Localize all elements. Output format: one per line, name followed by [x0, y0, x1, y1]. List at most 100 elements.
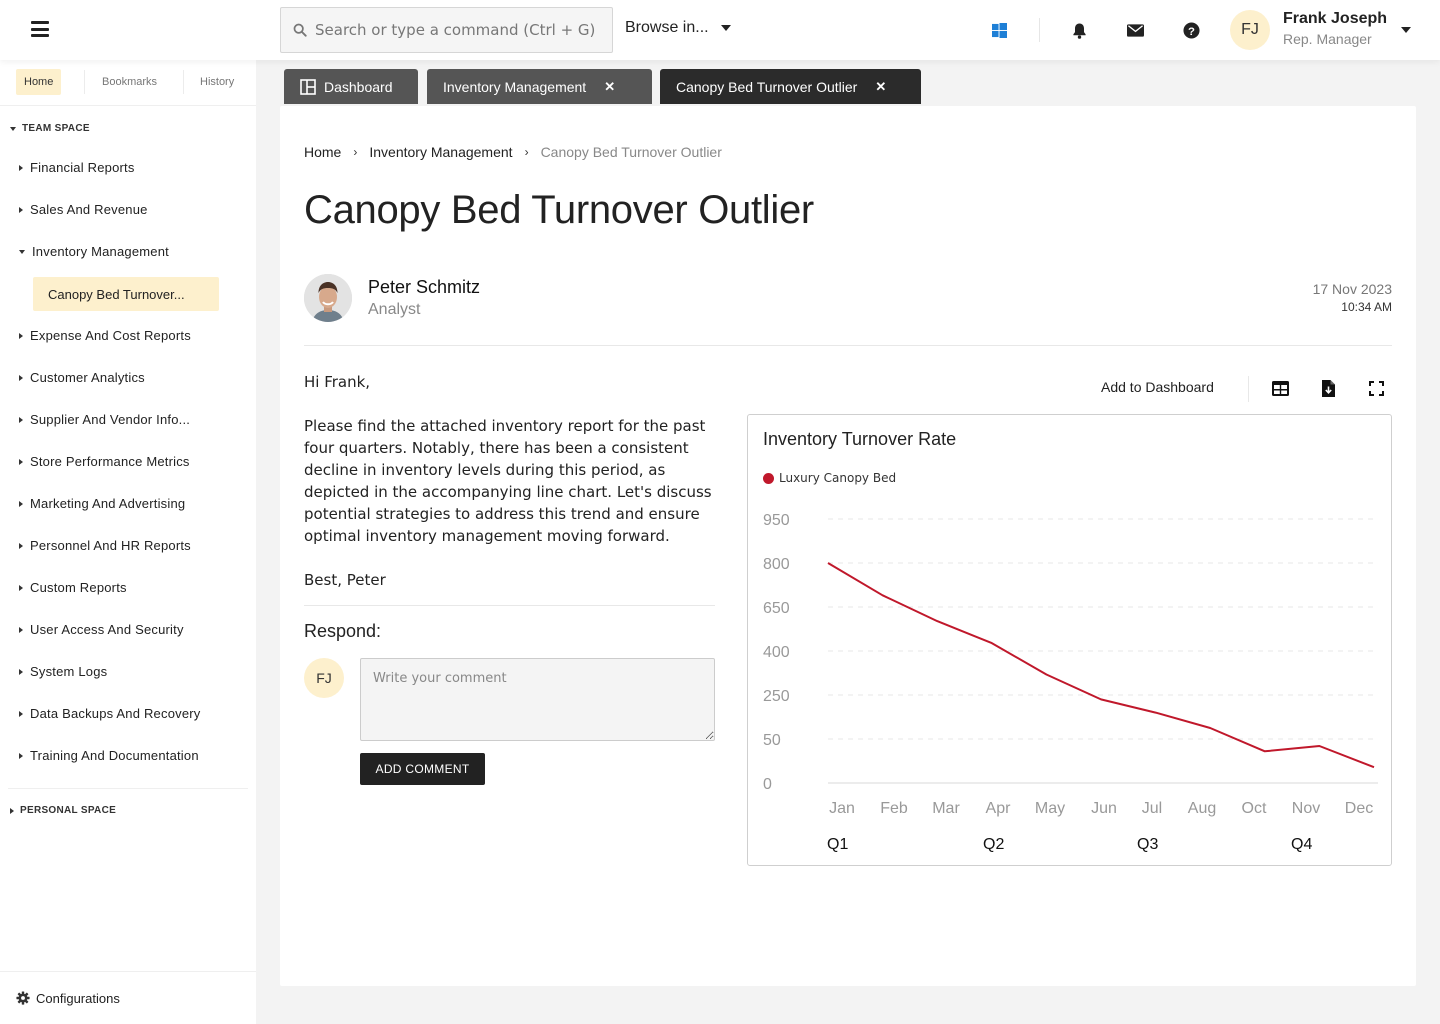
x-tick-label: Apr: [986, 800, 1012, 817]
table-icon[interactable]: [1271, 379, 1289, 397]
y-tick-label: 950: [763, 512, 790, 529]
tab-label: Canopy Bed Turnover Outlier: [676, 78, 858, 95]
close-icon[interactable]: ✕: [604, 79, 615, 95]
configurations-link[interactable]: Configurations: [0, 971, 256, 1024]
y-tick-label: 800: [763, 556, 790, 573]
chart-card: Inventory Turnover Rate Luxury Canopy Be…: [747, 414, 1392, 866]
sidebar-item-training-and-documentation[interactable]: Training And Documentation: [19, 748, 199, 763]
commenter-avatar: FJ: [304, 658, 344, 698]
page-title: Canopy Bed Turnover Outlier: [304, 188, 814, 232]
sidebar-item-financial-reports[interactable]: Financial Reports: [19, 160, 135, 175]
breadcrumb: Home › Inventory Management › Canopy Bed…: [304, 144, 722, 160]
sidebar-item-system-logs[interactable]: System Logs: [19, 664, 107, 679]
user-name: Frank Joseph: [1283, 10, 1388, 27]
user-menu-caret-icon[interactable]: [1401, 27, 1411, 33]
search-box[interactable]: [280, 7, 613, 53]
chevron-right-icon: ›: [524, 145, 529, 159]
sidebar-item-label: System Logs: [30, 664, 108, 679]
divider: [183, 70, 184, 94]
divider: [304, 605, 715, 606]
sidebar-item-data-backups-and-recovery[interactable]: Data Backups And Recovery: [19, 706, 200, 721]
user-role: Rep. Manager: [1283, 31, 1372, 47]
x-tick-label: Jul: [1142, 800, 1162, 817]
tab-dashboard[interactable]: Dashboard: [284, 69, 418, 104]
y-tick-label: 650: [763, 600, 790, 617]
x-tick-label: Oct: [1242, 800, 1267, 817]
y-tick-label: 50: [763, 732, 781, 749]
sidebar-item-expense-and-cost-reports[interactable]: Expense And Cost Reports: [19, 328, 191, 343]
quarter-label: Q3: [1137, 836, 1158, 853]
sidebar-item-label: Supplier And Vendor Info...: [30, 412, 191, 427]
sidebar-item-user-access-and-security[interactable]: User Access And Security: [19, 622, 184, 637]
x-tick-label: Mar: [932, 800, 960, 817]
sidebar-item-store-performance-metrics[interactable]: Store Performance Metrics: [19, 454, 190, 469]
hamburger-menu-icon[interactable]: [31, 21, 49, 37]
sidebar-tab-history[interactable]: History: [192, 69, 242, 95]
tab-canopy-bed-turnover-outlier[interactable]: Canopy Bed Turnover Outlier ✕: [660, 69, 921, 104]
sidebar-item-personnel-and-hr-reports[interactable]: Personnel And HR Reports: [19, 538, 191, 553]
sidebar-item-inventory-management[interactable]: Inventory Management: [19, 244, 169, 259]
caret-right-icon: [19, 626, 23, 633]
user-avatar[interactable]: FJ: [1230, 10, 1270, 50]
x-tick-label: Aug: [1188, 800, 1216, 817]
comment-input[interactable]: [360, 658, 715, 741]
y-tick-label: 0: [763, 776, 772, 793]
sidebar-tab-home[interactable]: Home: [16, 69, 62, 95]
dashboard-layout-icon: [300, 78, 316, 95]
sidebar-tabs: Home Bookmarks History: [0, 60, 256, 106]
download-file-icon[interactable]: [1319, 379, 1337, 397]
line-chart: 950 800 650 400 250 50 0 Jan Feb Mar Apr May Jun Jul A…: [763, 512, 1378, 853]
bell-icon[interactable]: [1069, 20, 1089, 40]
caret-right-icon: [19, 374, 23, 381]
caret-down-icon: [10, 126, 16, 131]
sidebar-item-sales-and-revenue[interactable]: Sales And Revenue: [19, 202, 148, 217]
breadcrumb-inventory-management[interactable]: Inventory Management: [369, 144, 512, 160]
sidebar-item-label: Data Backups And Recovery: [30, 706, 201, 721]
sidebar-item-label: Marketing And Advertising: [30, 496, 186, 511]
caret-right-icon: [19, 542, 23, 549]
y-tick-label: 400: [763, 644, 790, 661]
quarter-label: Q1: [827, 836, 848, 853]
caret-down-icon: [19, 249, 25, 254]
sidebar: Home Bookmarks History TEAM SPACE Financ…: [0, 60, 256, 1024]
sidebar-subitem-canopy-bed-turnover[interactable]: Canopy Bed Turnover...: [33, 277, 219, 311]
respond-label: Respond:: [304, 621, 382, 641]
breadcrumb-home[interactable]: Home: [304, 144, 341, 160]
caret-right-icon: [19, 164, 23, 171]
divider: [84, 70, 85, 94]
caret-right-icon: [19, 206, 23, 213]
add-to-dashboard-button[interactable]: Add to Dashboard: [1101, 379, 1214, 395]
caret-right-icon: [10, 807, 14, 814]
x-tick-label: Dec: [1345, 800, 1373, 817]
message-text: Please find the attached inventory repor…: [304, 417, 712, 545]
sidebar-item-label: Personnel And HR Reports: [30, 538, 191, 553]
tab-label: Inventory Management: [443, 78, 587, 95]
mail-icon[interactable]: [1125, 20, 1145, 40]
help-icon[interactable]: ?: [1181, 20, 1201, 40]
x-tick-label: Jan: [829, 800, 855, 817]
add-comment-button[interactable]: ADD COMMENT: [360, 753, 485, 785]
author-name: Peter Schmitz: [368, 277, 481, 297]
message-greeting: Hi Frank,: [304, 373, 371, 391]
gear-icon: [16, 991, 30, 1005]
sidebar-item-supplier-and-vendor-info[interactable]: Supplier And Vendor Info...: [19, 412, 190, 427]
team-space-header[interactable]: TEAM SPACE: [10, 123, 90, 134]
sidebar-item-customer-analytics[interactable]: Customer Analytics: [19, 370, 145, 385]
fullscreen-icon[interactable]: [1367, 379, 1385, 397]
caret-right-icon: [19, 332, 23, 339]
tab-label: Dashboard: [324, 78, 393, 95]
top-bar: Browse in... ? FJ Frank Joseph Rep. Mana…: [0, 0, 1440, 60]
sidebar-item-marketing-and-advertising[interactable]: Marketing And Advertising: [19, 496, 185, 511]
team-space-label: TEAM SPACE: [22, 123, 90, 134]
divider: [304, 345, 1392, 346]
series-line: [827, 562, 1375, 769]
sidebar-item-custom-reports[interactable]: Custom Reports: [19, 580, 127, 595]
tab-inventory-management[interactable]: Inventory Management ✕: [427, 69, 652, 104]
browse-in-dropdown[interactable]: Browse in...: [625, 19, 731, 37]
caret-right-icon: [19, 584, 23, 591]
close-icon[interactable]: ✕: [875, 79, 886, 95]
personal-space-header[interactable]: PERSONAL SPACE: [10, 805, 116, 816]
search-input[interactable]: [315, 21, 595, 39]
sidebar-tab-bookmarks[interactable]: Bookmarks: [94, 69, 165, 95]
windows-icon[interactable]: [989, 20, 1009, 40]
